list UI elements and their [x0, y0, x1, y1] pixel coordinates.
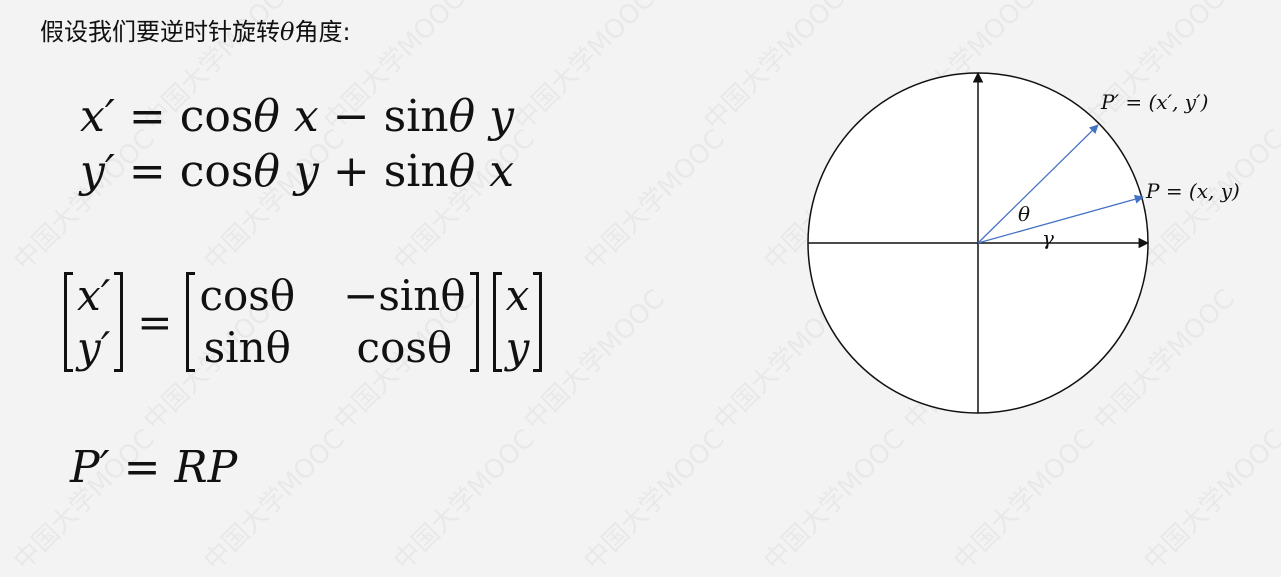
eq1-y: y: [489, 91, 514, 142]
equation-y-prime: y′ = cosθ y + sinθ x: [80, 150, 514, 194]
eq1-cos: cos: [179, 91, 254, 142]
eq4-rhs: RP: [174, 442, 238, 493]
eq2-x: x: [489, 146, 515, 197]
rotation-cell-12: −sinθ: [343, 271, 466, 320]
eq1-lhs: x′: [80, 91, 115, 142]
vector-prime-x: x′: [77, 271, 111, 320]
eq1-theta1: θ: [253, 91, 280, 142]
vector-prime-y: y′: [77, 323, 111, 372]
eq2-plus: +: [332, 146, 370, 197]
equation-x-prime: x′ = cosθ x − sinθ y: [80, 95, 514, 139]
equation-p-prime: P′ = RP: [70, 446, 237, 490]
slide-content: 假设我们要逆时针旋转θ角度: x′ = cosθ x − sinθ y y′ =…: [0, 0, 1281, 547]
heading-theta: θ: [280, 18, 295, 46]
heading-text-after: 角度:: [294, 18, 351, 46]
eq1-sin: sin: [383, 91, 449, 142]
theta-label: θ: [1018, 202, 1030, 226]
eq4-equals: =: [123, 442, 161, 493]
matrix-equals: =: [137, 297, 173, 347]
eq1-equals: =: [128, 91, 166, 142]
eq2-theta1: θ: [253, 146, 280, 197]
vector-prime: x′ y′: [64, 271, 124, 372]
eq2-cos: cos: [179, 146, 254, 197]
gamma-label: γ: [1042, 226, 1054, 250]
eq2-lhs: y′: [80, 146, 115, 197]
rotation-cell-21: sinθ: [203, 323, 291, 372]
rotation-matrix: cosθ −sinθ sinθ cosθ: [186, 271, 479, 372]
rotation-cell-11: cosθ: [199, 271, 296, 320]
eq2-sin: sin: [383, 146, 449, 197]
p-prime-label: P′ = (x′, y′): [1100, 90, 1208, 114]
rotation-diagram: θ γ P′ = (x′, y′) P = (x, y): [807, 71, 1240, 414]
matrix-equation: x′ y′ = cosθ −sinθ sinθ cosθ x y: [64, 270, 543, 374]
eq2-equals: =: [128, 146, 166, 197]
heading-text-before: 假设我们要逆时针旋转: [40, 18, 280, 46]
eq1-minus: −: [332, 91, 370, 142]
eq2-y: y: [293, 146, 319, 197]
eq2-theta2: θ: [448, 146, 476, 197]
vector-x: x: [505, 271, 530, 320]
slide-heading: 假设我们要逆时针旋转θ角度:: [40, 12, 351, 47]
p-label: P = (x, y): [1145, 179, 1240, 203]
eq1-theta2: θ: [448, 91, 476, 142]
vector-y: y: [505, 323, 530, 372]
eq4-lhs: P′: [70, 442, 110, 493]
rotation-cell-22: cosθ: [356, 323, 453, 372]
vector: x y: [492, 271, 543, 372]
eq1-x: x: [293, 91, 319, 142]
